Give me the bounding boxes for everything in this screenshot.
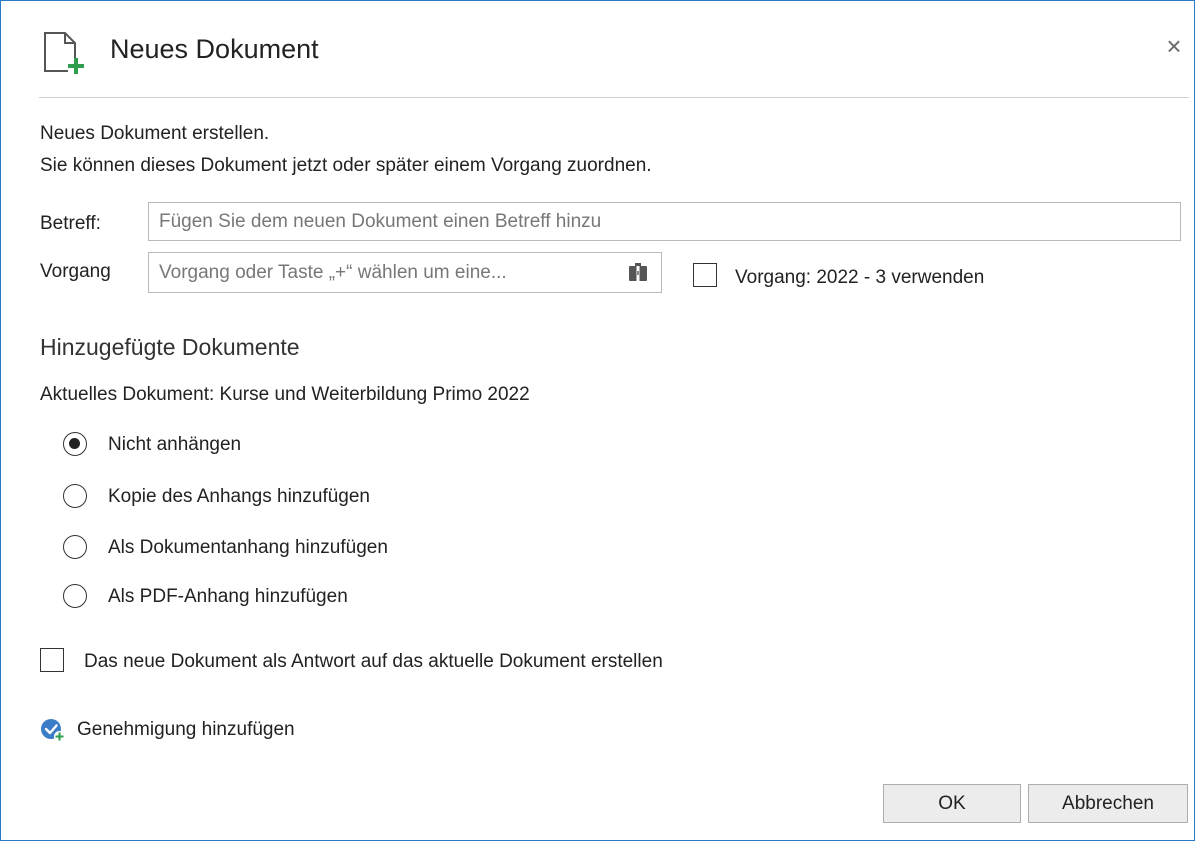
- ok-button[interactable]: OK: [883, 784, 1021, 823]
- cancel-button[interactable]: Abbrechen: [1028, 784, 1188, 823]
- attached-documents-heading: Hinzugefügte Dokumente: [40, 334, 300, 360]
- vorgang-label: Vorgang: [40, 261, 111, 282]
- subject-input[interactable]: [148, 202, 1181, 241]
- radio-no-attachment-label: Nicht anhängen: [108, 434, 242, 455]
- new-document-icon: [44, 32, 84, 74]
- add-approval-link[interactable]: Genehmigung hinzufügen: [77, 719, 295, 741]
- dialog-title: Neues Dokument: [110, 34, 319, 64]
- radio-attachment-copy[interactable]: [63, 484, 87, 508]
- reply-checkbox-label: Das neue Dokument als Antwort auf das ak…: [84, 651, 663, 672]
- current-document-text: Aktuelles Dokument: Kurse und Weiterbild…: [40, 384, 530, 405]
- radio-document-attachment[interactable]: [63, 535, 87, 559]
- use-vorgang-checkbox[interactable]: [693, 263, 717, 287]
- new-document-dialog: Neues Dokument × Neues Dokument erstelle…: [0, 0, 1195, 841]
- subject-label: Betreff:: [40, 213, 101, 234]
- radio-no-attachment[interactable]: [63, 432, 87, 456]
- radio-pdf-attachment[interactable]: [63, 584, 87, 608]
- radio-pdf-attachment-label: Als PDF-Anhang hinzufügen: [108, 586, 348, 607]
- reply-checkbox[interactable]: [40, 648, 64, 672]
- header-separator: [39, 97, 1189, 98]
- use-vorgang-label: Vorgang: 2022 - 3 verwenden: [735, 267, 985, 288]
- vorgang-picker-icon[interactable]: [627, 262, 649, 284]
- radio-attachment-copy-label: Kopie des Anhangs hinzufügen: [108, 486, 370, 507]
- vorgang-field: [148, 252, 662, 293]
- intro-text-line2: Sie können dieses Dokument jetzt oder sp…: [40, 155, 652, 176]
- radio-document-attachment-label: Als Dokumentanhang hinzufügen: [108, 537, 388, 558]
- approval-add-icon[interactable]: [40, 717, 66, 743]
- close-icon[interactable]: ×: [1161, 33, 1187, 59]
- vorgang-input[interactable]: [149, 253, 609, 292]
- intro-text-line1: Neues Dokument erstellen.: [40, 123, 270, 144]
